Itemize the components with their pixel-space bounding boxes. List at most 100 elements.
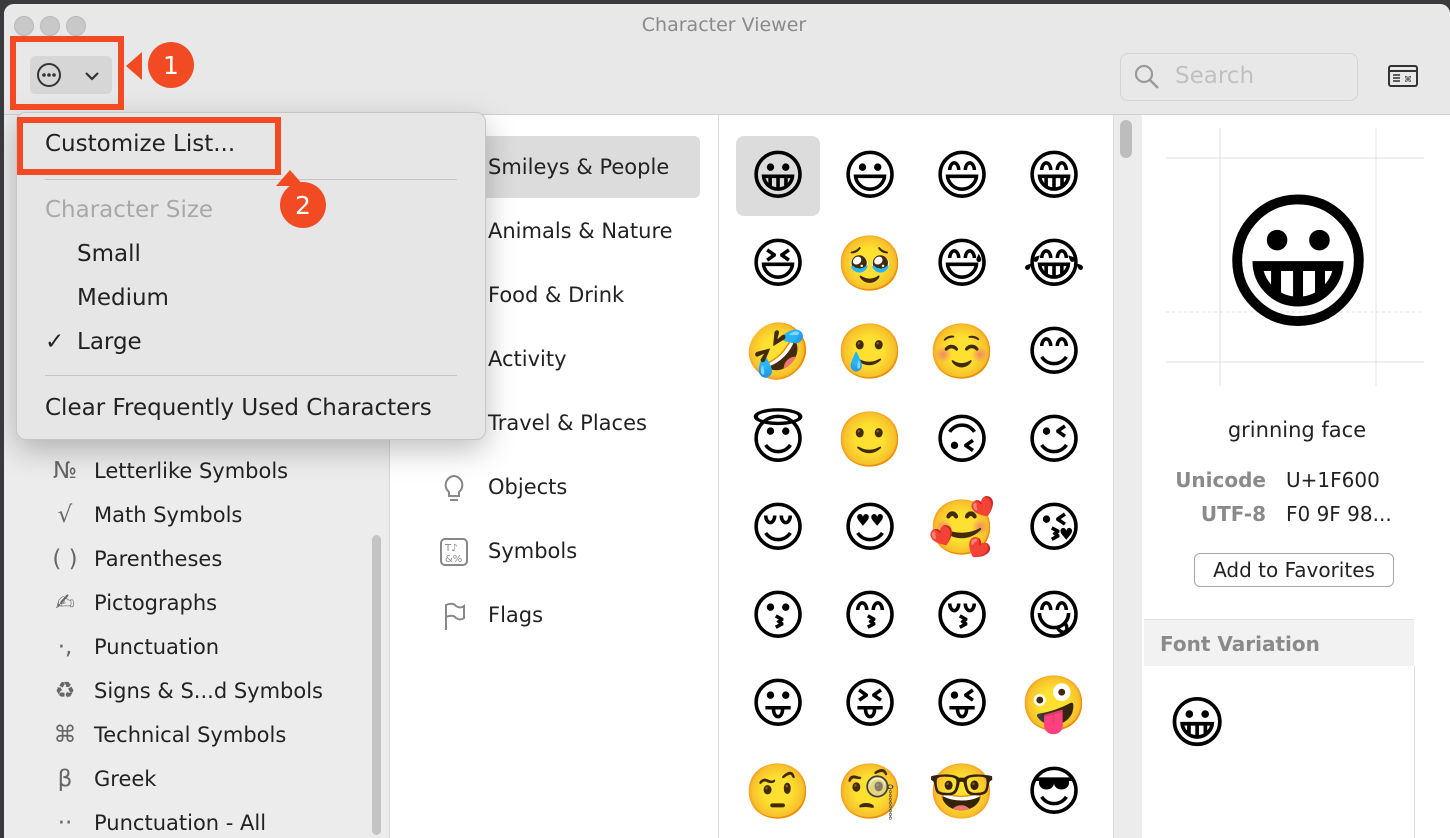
sidebar-item-label: Parentheses (94, 547, 223, 571)
sidebar-item-parentheses[interactable]: ( ) Parentheses (48, 539, 222, 579)
recycle-icon: ♻ (54, 678, 76, 704)
emoji-cell[interactable]: 🤨 (736, 752, 820, 832)
font-variation-header: Font Variation (1144, 619, 1414, 667)
flag-icon (445, 602, 465, 630)
symbols-icon: T♪&% (440, 538, 468, 566)
emoji-cell[interactable]: 😂 (1012, 224, 1096, 304)
sidebar-item-label: Pictographs (94, 591, 218, 615)
emoji-cell[interactable]: 🧐 (828, 752, 912, 832)
utf8-value: F0 9F 98... (1286, 502, 1392, 526)
emoji-cell[interactable]: 😉 (1012, 400, 1096, 480)
category-label: Symbols (488, 539, 578, 563)
sidebar-item-label: Letterlike Symbols (94, 459, 289, 483)
emoji-cell[interactable]: 😁 (1012, 136, 1096, 216)
menu-separator (45, 375, 457, 376)
annotation-highlight-action-button (10, 36, 124, 110)
emoji-cell[interactable]: 😜 (920, 664, 1004, 744)
emoji-cell[interactable]: 🤓 (920, 752, 1004, 832)
sidebar-item-label: Math Symbols (94, 503, 243, 527)
emoji-cell[interactable]: 🙃 (920, 400, 1004, 480)
lightbulb-icon (444, 474, 464, 501)
keyboard-viewer-icon[interactable]: ⌘ (1388, 65, 1418, 87)
search-icon (1134, 64, 1159, 89)
menu-item-clear-frequently-used[interactable]: Clear Frequently Used Characters (45, 395, 432, 421)
emoji-cell[interactable]: 😌 (736, 488, 820, 568)
checkmark-icon: ✓ (45, 329, 65, 355)
sidebar-item-greek[interactable]: β Greek (48, 759, 157, 799)
emoji-cell[interactable]: 😊 (1012, 312, 1096, 392)
sidebar-item-label: Punctuation (94, 635, 220, 659)
selected-character-preview: 😀 (1219, 177, 1377, 351)
sidebar-item-punctuation-all[interactable]: ·· Punctuation - All (48, 803, 266, 838)
parentheses-icon: ( ) (52, 546, 78, 572)
annotation-badge-2: 2 (280, 182, 326, 228)
window-title: Character Viewer (641, 14, 807, 36)
command-key-icon: ⌘ (53, 722, 77, 748)
sidebar-item-signs-symbols[interactable]: ♻ Signs & S...d Symbols (48, 671, 323, 711)
sidebar-item-label: Greek (94, 767, 157, 791)
category-label: Activity (488, 347, 567, 371)
emoji-cell[interactable]: 🥹 (828, 224, 912, 304)
sidebar-item-label: Signs & S...d Symbols (94, 679, 324, 703)
emoji-cell[interactable]: 🙂 (828, 400, 912, 480)
svg-text:⌘: ⌘ (1404, 75, 1412, 84)
add-to-favorites-button[interactable]: Add to Favorites (1194, 553, 1394, 587)
emoji-cell[interactable]: 😋 (1012, 576, 1096, 656)
menu-item-large[interactable]: Large (77, 329, 142, 355)
emoji-cell[interactable]: 😆 (736, 224, 820, 304)
emoji-cell[interactable]: 🤪 (1012, 664, 1096, 744)
utf8-label: UTF-8 (1200, 502, 1266, 526)
sidebar-item-letterlike-symbols[interactable]: № Letterlike Symbols (48, 451, 288, 491)
svg-text:&%: &% (445, 554, 462, 565)
category-symbols[interactable]: T♪ &% Symbols (440, 520, 700, 582)
menu-item-small[interactable]: Small (77, 241, 141, 267)
emoji-cell[interactable]: 🥰 (920, 488, 1004, 568)
title-bar: Character Viewer Search ⌘ (4, 4, 1450, 115)
emoji-cell[interactable]: 😃 (828, 136, 912, 216)
search-field[interactable]: Search (1120, 53, 1358, 101)
menu-separator (45, 179, 457, 180)
annotation-highlight-customize-list (17, 117, 281, 175)
category-label: Flags (488, 603, 544, 627)
annotation-badge-1: 1 (148, 42, 194, 88)
category-objects[interactable]: Objects (440, 456, 700, 518)
category-flags[interactable]: Flags (440, 584, 700, 646)
font-variation-item[interactable]: 😀 (1168, 696, 1226, 752)
menu-item-medium[interactable]: Medium (77, 285, 169, 311)
sidebar-item-technical-symbols[interactable]: ⌘ Technical Symbols (48, 715, 287, 755)
emoji-cell[interactable]: 🥲 (828, 312, 912, 392)
category-label: Animals & Nature (488, 219, 673, 243)
punctuation-all-icon: ·· (57, 810, 73, 836)
menu-section-character-size: Character Size (45, 197, 214, 223)
emoji-cell[interactable]: 😇 (736, 400, 820, 480)
emoji-cell[interactable]: 🤣 (736, 312, 820, 392)
emoji-cell[interactable]: 😄 (920, 136, 1004, 216)
sidebar-scrollbar[interactable] (372, 535, 381, 835)
svg-text:T♪: T♪ (444, 543, 458, 554)
character-name: grinning face (1227, 418, 1367, 442)
emoji-cell[interactable]: 😘 (1012, 488, 1096, 568)
emoji-grid-scrollbar[interactable] (1120, 120, 1132, 158)
sidebar-item-math-symbols[interactable]: √ Math Symbols (48, 495, 243, 535)
emoji-cell[interactable]: 😎 (1012, 752, 1096, 832)
annotation-pointer (126, 52, 142, 80)
unicode-value: U+1F600 (1286, 468, 1380, 492)
sidebar-item-pictographs[interactable]: ✍ Pictographs (48, 583, 217, 623)
search-placeholder: Search (1175, 63, 1255, 89)
sidebar-item-punctuation[interactable]: ·, Punctuation (48, 627, 219, 667)
punctuation-icon: ·, (57, 634, 73, 660)
emoji-cell[interactable]: 😀 (736, 136, 820, 216)
unicode-label: Unicode (1175, 468, 1266, 492)
emoji-cell[interactable]: 😙 (828, 576, 912, 656)
square-root-icon: √ (57, 502, 73, 528)
emoji-cell[interactable]: 😍 (828, 488, 912, 568)
category-label: Food & Drink (488, 283, 625, 307)
emoji-cell[interactable]: 😛 (736, 664, 820, 744)
writing-hand-icon: ✍ (55, 590, 75, 616)
emoji-cell[interactable]: 😗 (736, 576, 820, 656)
emoji-cell[interactable]: 😅 (920, 224, 1004, 304)
sidebar-item-label: Punctuation - All (94, 811, 267, 835)
emoji-cell[interactable]: ☺️ (920, 312, 1004, 392)
emoji-cell[interactable]: 😝 (828, 664, 912, 744)
emoji-cell[interactable]: 😚 (920, 576, 1004, 656)
